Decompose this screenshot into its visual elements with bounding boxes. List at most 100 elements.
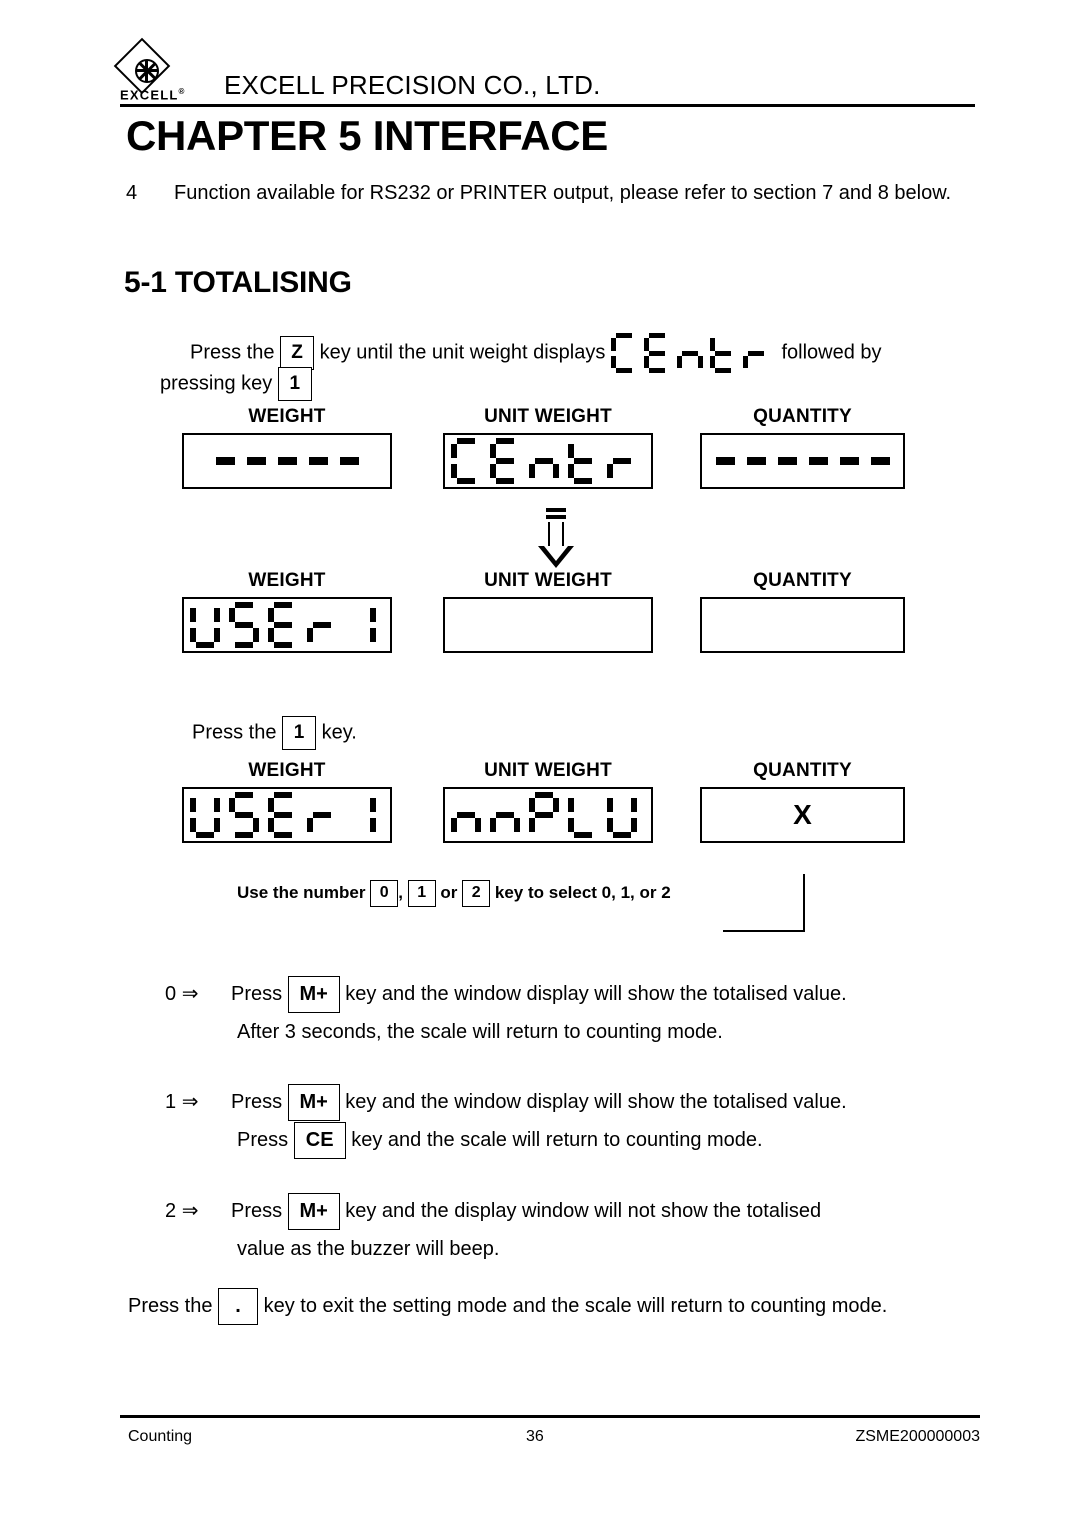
option-1-lead: 1 ⇒ bbox=[165, 1083, 231, 1121]
option-1-number: 1 bbox=[165, 1091, 177, 1113]
logo-wordmark-text: EXCELL bbox=[120, 87, 179, 103]
press-step2-suffix: key. bbox=[321, 721, 357, 744]
key-mplus-0[interactable]: M+ bbox=[287, 976, 340, 1014]
press-step-2: Press the 1 key. bbox=[192, 716, 357, 750]
key-1-note[interactable]: 1 bbox=[407, 880, 436, 907]
display-box bbox=[182, 433, 392, 489]
use-number-comma: , bbox=[398, 882, 403, 902]
inline-seven-segment-centr bbox=[610, 333, 776, 373]
seven-segment-digit bbox=[528, 792, 559, 838]
press-step1-text-c: followed by bbox=[781, 341, 882, 364]
down-arrow-icon bbox=[536, 508, 576, 570]
page-header: EXCELL® EXCELL PRECISION CO., LTD. bbox=[113, 37, 975, 108]
intro-paragraph: 4 Function available for RS232 or PRINTER… bbox=[126, 178, 976, 208]
final-suffix: key to exit the setting mode and the sca… bbox=[263, 1294, 888, 1317]
display-box bbox=[700, 433, 905, 489]
key-z[interactable]: Z bbox=[280, 336, 315, 370]
option-1-sub-line: Press CE key and the scale will return t… bbox=[237, 1121, 847, 1160]
key-dot[interactable]: . bbox=[218, 1288, 259, 1325]
display-col-weight-2: WEIGHT bbox=[182, 570, 392, 653]
display-col-quantity-1: QUANTITY bbox=[700, 406, 905, 489]
option-1-arrow-icon: ⇒ bbox=[181, 1091, 199, 1113]
key-0[interactable]: 0 bbox=[370, 880, 399, 907]
display-label: QUANTITY bbox=[753, 406, 852, 427]
display-col-unit-weight-1: UNIT WEIGHT bbox=[443, 406, 653, 489]
seven-segment-digit bbox=[189, 602, 220, 648]
use-number-suffix: key to select 0, 1, or 2 bbox=[494, 882, 671, 902]
seven-segment-digit bbox=[489, 792, 520, 838]
footer-divider bbox=[120, 1415, 980, 1418]
use-number-note: Use the number 0, 1 or 2 key to select 0… bbox=[237, 880, 671, 907]
display-box bbox=[182, 597, 392, 653]
option-0-arrow-icon: ⇒ bbox=[181, 983, 199, 1005]
dash-segment bbox=[746, 457, 766, 465]
seven-segment-digit bbox=[267, 792, 298, 838]
seven-segment-digit bbox=[567, 438, 598, 484]
registered-mark: ® bbox=[178, 87, 186, 96]
seven-segment-value bbox=[189, 602, 385, 648]
seven-segment-digit bbox=[346, 602, 376, 648]
option-2-sub: value as the buzzer will beep. bbox=[237, 1238, 500, 1261]
dash-segment bbox=[339, 457, 359, 465]
press-step1-line2: pressing key 1 bbox=[160, 367, 312, 401]
seven-segment-digit bbox=[228, 792, 259, 838]
key-1-step2[interactable]: 1 bbox=[282, 716, 317, 750]
use-number-or: or bbox=[440, 882, 458, 902]
option-0: 0 ⇒ Press M+ key and the window display w… bbox=[165, 975, 847, 1051]
seven-segment-digit bbox=[643, 333, 670, 373]
footer-page-number: 36 bbox=[526, 1428, 544, 1445]
press-step2-prefix: Press the bbox=[192, 721, 277, 744]
seven-segment-digit bbox=[610, 333, 637, 373]
connector-horizontal-line bbox=[723, 930, 805, 932]
option-1: 1 ⇒ Press M+ key and the window display w… bbox=[165, 1083, 847, 1160]
seven-segment-digit bbox=[489, 438, 520, 484]
logo-wheel-icon bbox=[135, 59, 159, 83]
dash-segment bbox=[277, 457, 297, 465]
display-col-weight-3: WEIGHT bbox=[182, 760, 392, 843]
option-1-sub-press: Press bbox=[237, 1129, 289, 1152]
intro-text: Function available for RS232 or PRINTER … bbox=[174, 182, 952, 204]
seven-segment-digit bbox=[709, 333, 736, 373]
seven-segment-digit bbox=[676, 333, 703, 373]
display-box bbox=[443, 433, 653, 489]
seven-segment-digit bbox=[267, 602, 298, 648]
final-instruction: Press the . key to exit the setting mode… bbox=[128, 1288, 887, 1325]
seven-segment-value bbox=[189, 792, 385, 838]
key-1[interactable]: 1 bbox=[277, 367, 312, 401]
seven-segment-digit bbox=[306, 602, 337, 648]
seven-segment-digit bbox=[189, 792, 220, 838]
display-box: X bbox=[700, 787, 905, 843]
logo-wordmark: EXCELL® bbox=[120, 87, 186, 102]
seven-segment-digit bbox=[228, 602, 259, 648]
key-mplus-1[interactable]: M+ bbox=[287, 1084, 340, 1122]
seven-segment-value bbox=[450, 792, 646, 838]
dash-segment bbox=[308, 457, 328, 465]
connector-vertical-line bbox=[803, 874, 805, 932]
key-mplus-2[interactable]: M+ bbox=[287, 1193, 340, 1231]
document-page: EXCELL® EXCELL PRECISION CO., LTD. CHAPT… bbox=[0, 0, 1080, 1526]
display-col-unit-weight-2: UNIT WEIGHT bbox=[443, 570, 653, 653]
option-0-lead: 0 ⇒ bbox=[165, 975, 231, 1013]
seven-segment-digit bbox=[450, 438, 481, 484]
option-0-number: 0 bbox=[165, 983, 177, 1005]
header-divider bbox=[120, 104, 975, 107]
excell-logo: EXCELL® bbox=[113, 37, 186, 108]
dash-segment bbox=[870, 457, 890, 465]
seven-segment-digit bbox=[306, 792, 337, 838]
option-1-sub-text: key and the scale will return to countin… bbox=[351, 1129, 763, 1152]
intro-number: 4 bbox=[126, 182, 138, 204]
quantity-placeholder-x: X bbox=[793, 799, 812, 830]
key-ce[interactable]: CE bbox=[293, 1122, 346, 1160]
dash-segment bbox=[215, 457, 235, 465]
key-2[interactable]: 2 bbox=[462, 880, 491, 907]
press-step1-text-d: pressing key bbox=[160, 372, 273, 395]
display-col-weight-1: WEIGHT bbox=[182, 406, 392, 489]
dash-segment bbox=[246, 457, 266, 465]
seven-segment-digit bbox=[528, 438, 559, 484]
option-1-text: key and the window display will show the… bbox=[345, 1091, 847, 1113]
dash-segment bbox=[839, 457, 859, 465]
option-2-number: 2 bbox=[165, 1200, 177, 1222]
seven-segment-digit bbox=[742, 333, 769, 373]
option-0-sub: After 3 seconds, the scale will return t… bbox=[237, 1021, 723, 1044]
display-col-unit-weight-3: UNIT WEIGHT bbox=[443, 760, 653, 843]
